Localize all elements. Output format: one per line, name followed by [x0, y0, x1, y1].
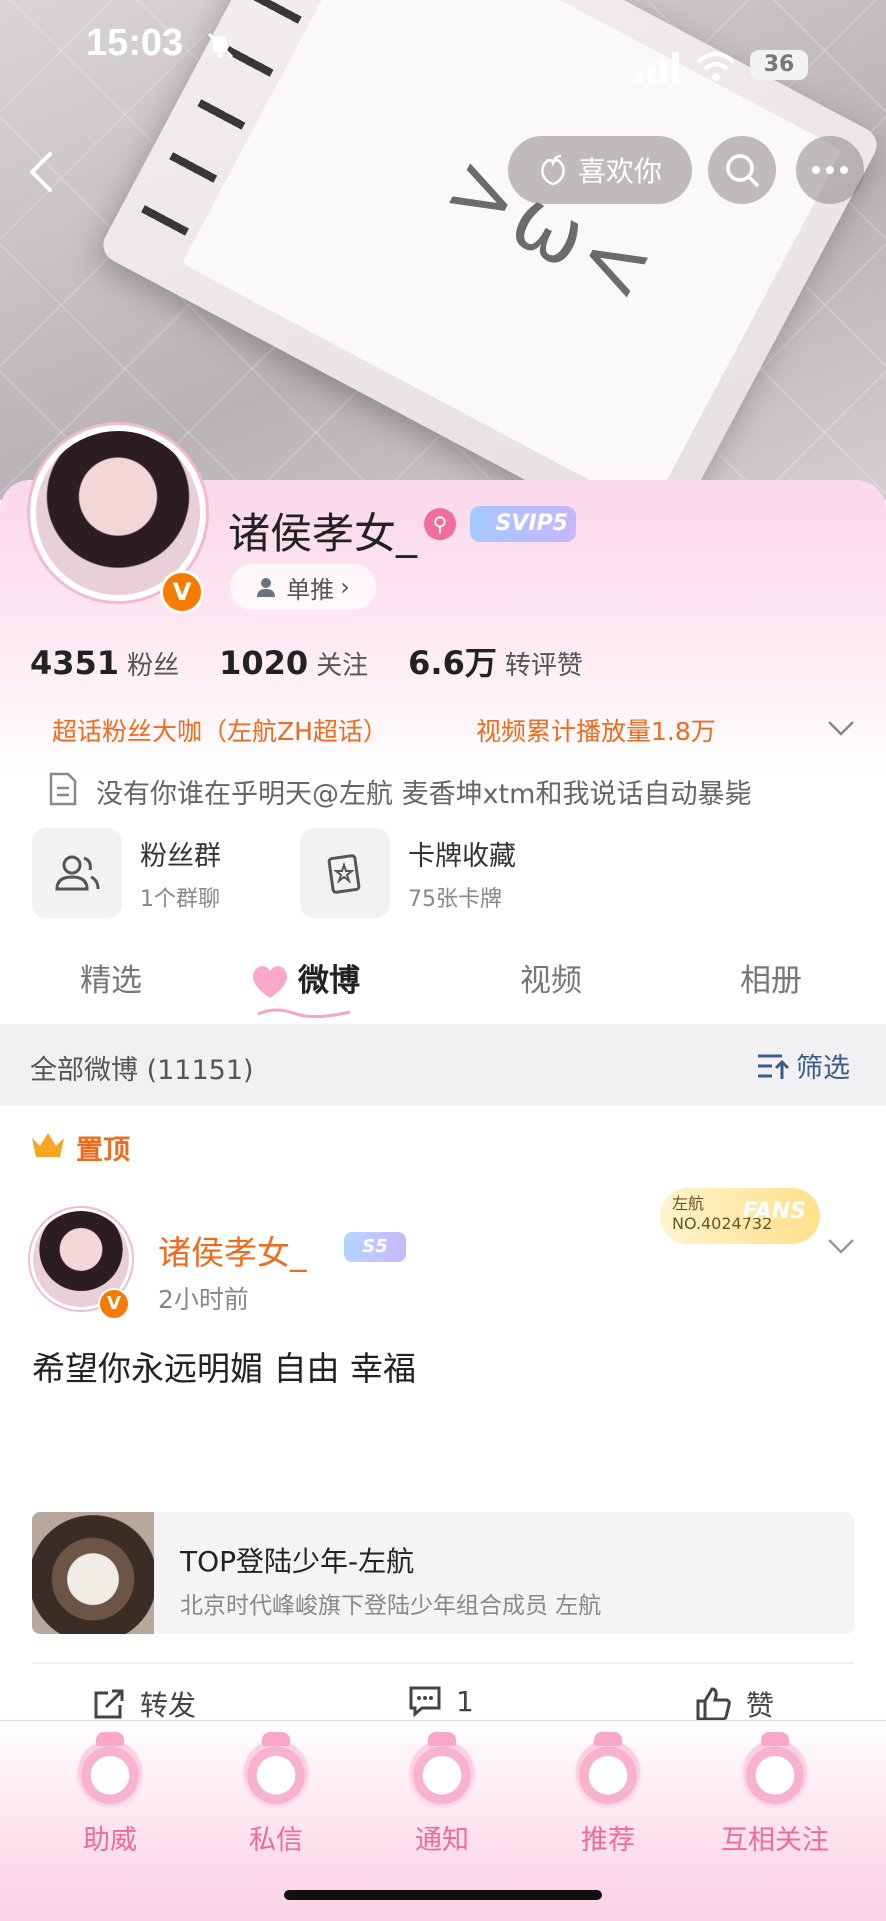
more-button[interactable] — [796, 136, 864, 204]
svip-badge[interactable]: SVIP5 — [470, 506, 576, 542]
profile-stats: 4351 粉丝 1020 关注 6.6万 转评赞 — [30, 638, 583, 684]
thumbs-up-icon — [696, 1687, 731, 1721]
stat-interactions[interactable]: 6.6万 转评赞 — [408, 638, 583, 684]
pinned-label: 置顶 — [76, 1135, 130, 1166]
nav-label: 互相关注 — [721, 1825, 829, 1856]
mascot-icon — [244, 1732, 308, 1804]
repost-icon — [94, 1689, 124, 1719]
search-icon — [726, 154, 759, 187]
stat-label: 关注 — [316, 651, 369, 681]
nav-label: 通知 — [415, 1825, 469, 1856]
like-you-label: 喜欢你 — [577, 155, 662, 188]
comment-count: 1 — [456, 1684, 474, 1718]
nav-cheer[interactable]: 助威 — [50, 1732, 170, 1857]
nav-label: 助威 — [83, 1825, 137, 1856]
stat-following[interactable]: 1020 关注 — [219, 644, 368, 682]
chevron-down-icon[interactable] — [826, 716, 856, 740]
nav-messages[interactable]: 私信 — [216, 1732, 336, 1857]
feature-title: 粉丝群 — [140, 840, 221, 872]
chevron-down-icon[interactable] — [826, 1234, 856, 1258]
profile-nickname: 诸侯孝女_ — [228, 509, 418, 558]
mascot-icon — [743, 1732, 807, 1804]
feature-title: 卡牌收藏 — [408, 840, 516, 872]
stat-value: 6.6万 — [408, 644, 497, 682]
wifi-icon — [696, 52, 736, 81]
person-icon — [257, 578, 276, 597]
profile-bio: 没有你谁在乎明天@左航 麦香坤xtm和我说话自动暴毙 — [96, 779, 752, 810]
fans-group-entry[interactable]: 粉丝群 1个群聊 — [32, 828, 221, 918]
feature-subtitle: 75张卡牌 — [408, 886, 502, 912]
peach-icon — [541, 154, 565, 186]
mascot-icon — [78, 1732, 142, 1804]
verified-badge: V — [160, 570, 204, 614]
single-push-button[interactable]: 单推 › — [230, 564, 376, 610]
link-card-title: TOP登陆少年-左航 — [180, 1545, 415, 1578]
nav-mutual-follow[interactable]: 互相关注 — [714, 1732, 836, 1857]
tab-album[interactable]: 相册 — [740, 955, 802, 1000]
stat-label: 粉丝 — [127, 651, 180, 681]
document-icon — [49, 772, 77, 806]
more-icon — [812, 166, 848, 174]
verified-badge: V — [98, 1288, 130, 1320]
battery-indicator: 36 — [750, 50, 808, 80]
nav-recommend[interactable]: 推荐 — [548, 1732, 668, 1857]
status-time: 15:03 — [86, 22, 184, 64]
filter-button[interactable]: 筛选 — [756, 1046, 850, 1085]
stat-value: 4351 — [30, 644, 120, 682]
like-label: 赞 — [746, 1689, 775, 1722]
tag-super-fan[interactable]: 超话粉丝大咖（左航ZH超话） — [52, 712, 388, 748]
crown-icon — [32, 1133, 64, 1157]
post-text: 希望你永远明媚 自由 幸福 — [32, 1349, 416, 1388]
level-badge[interactable]: S5 — [344, 1232, 406, 1262]
fans-card-word: FANS — [742, 1199, 806, 1224]
super-topic-icon[interactable]: ⚲ — [424, 508, 456, 540]
all-weibo-count: 全部微博 (11151) — [30, 1055, 254, 1086]
mascot-icon — [576, 1732, 640, 1804]
chevron-right-icon: › — [340, 573, 350, 601]
repost-button[interactable]: 转发 — [92, 1684, 196, 1724]
stat-value: 1020 — [219, 644, 309, 682]
stat-followers[interactable]: 4351 粉丝 — [30, 644, 179, 682]
single-push-label: 单推 — [286, 575, 335, 604]
mascot-icon — [410, 1732, 474, 1804]
link-card-thumbnail — [32, 1512, 154, 1634]
fans-card-badge[interactable]: 左航 NO.4024732 FANS — [660, 1188, 820, 1244]
nav-label: 私信 — [249, 1825, 303, 1856]
feature-subtitle: 1个群聊 — [140, 886, 220, 912]
divider — [32, 1662, 854, 1664]
card-collection-entry[interactable]: 卡牌收藏 75张卡牌 — [300, 828, 516, 918]
signal-icon — [636, 52, 679, 82]
bell-off-icon — [207, 32, 234, 59]
tab-featured[interactable]: 精选 — [80, 955, 142, 1000]
back-icon[interactable] — [20, 150, 64, 194]
like-button[interactable]: 赞 — [696, 1684, 774, 1724]
tag-video-plays[interactable]: 视频累计播放量1.8万 — [476, 712, 716, 748]
tab-video[interactable]: 视频 — [520, 955, 582, 1000]
card-icon — [300, 828, 390, 918]
search-button[interactable] — [708, 136, 776, 204]
stat-label: 转评赞 — [504, 651, 583, 681]
tab-active-indicator — [257, 1008, 351, 1019]
users-icon — [32, 828, 122, 918]
comment-icon — [409, 1686, 441, 1718]
nav-notifications[interactable]: 通知 — [382, 1732, 502, 1857]
heart-icon — [252, 966, 288, 998]
post-time: 2小时前 — [158, 1285, 249, 1314]
filter-icon — [758, 1054, 790, 1079]
nav-label: 推荐 — [581, 1825, 635, 1856]
comment-button[interactable]: 1 — [408, 1684, 474, 1718]
tab-weibo[interactable]: 微博 — [298, 955, 360, 1000]
repost-label: 转发 — [140, 1689, 197, 1722]
like-you-button[interactable]: 喜欢你 — [508, 136, 692, 204]
filter-label: 筛选 — [796, 1053, 850, 1084]
link-card[interactable]: TOP登陆少年-左航 北京时代峰峻旗下登陆少年组合成员 左航 — [32, 1512, 854, 1634]
post-author[interactable]: 诸侯孝女_ — [158, 1226, 307, 1274]
home-indicator[interactable] — [284, 1890, 602, 1900]
link-card-subtitle: 北京时代峰峻旗下登陆少年组合成员 左航 — [180, 1593, 602, 1619]
